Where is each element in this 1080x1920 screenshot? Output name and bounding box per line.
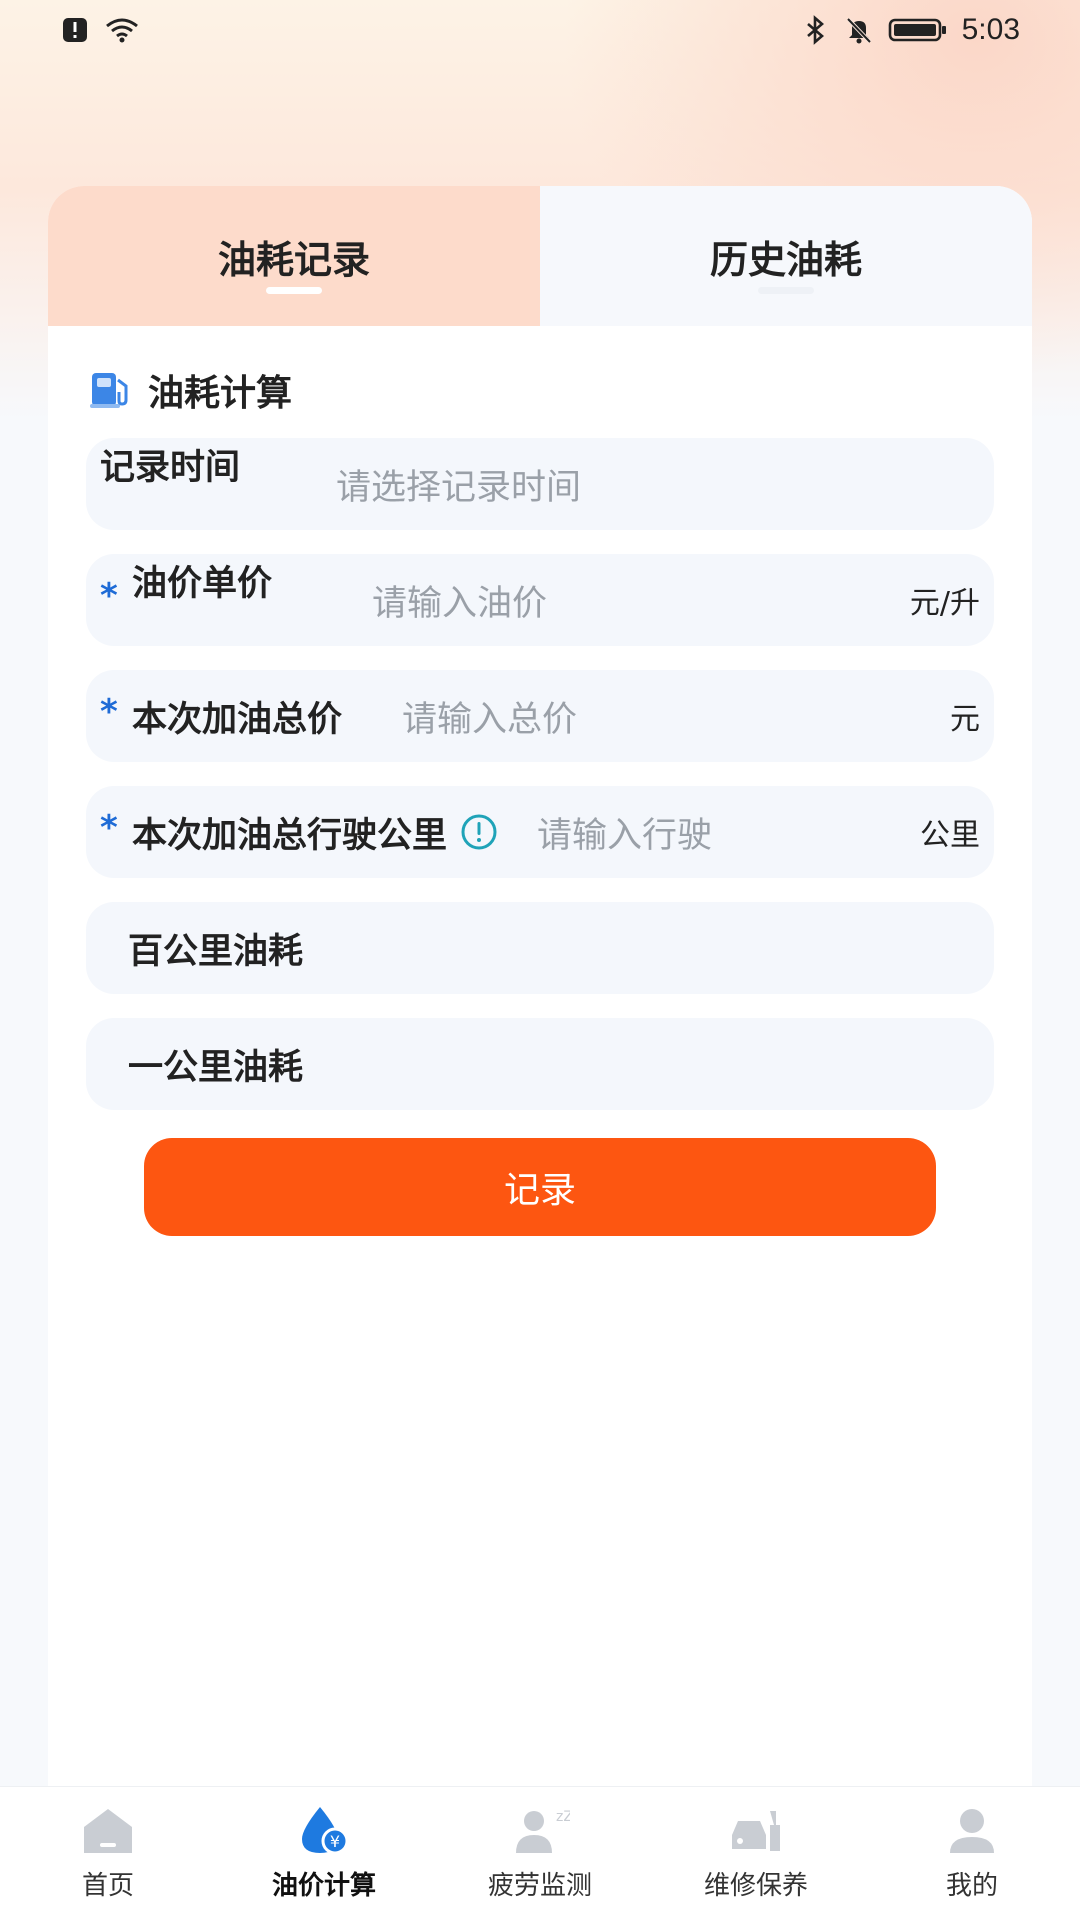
- nav-label: 油价计算: [271, 1871, 376, 1901]
- total-price-unit: 元: [950, 702, 980, 737]
- svg-text:zZ: zZ: [556, 1809, 570, 1825]
- unit-price-input[interactable]: 请输入油价: [372, 575, 547, 626]
- tab-fuel-record[interactable]: 油耗记录: [48, 186, 540, 326]
- per-km-label: 一公里油耗: [128, 1047, 304, 1088]
- tab-fuel-history[interactable]: 历史油耗: [540, 186, 1032, 326]
- wifi-icon: [106, 18, 138, 43]
- sleepy-driver-icon: zZ: [516, 1809, 570, 1853]
- fuel-pump-icon: [90, 373, 128, 408]
- required-mark: *: [100, 576, 118, 616]
- total-price-field: * 本次加油总价 请输入总价 元: [86, 670, 994, 762]
- nav-item-home[interactable]: 首页: [0, 1787, 216, 1920]
- fuel-drop-yen-icon: ¥: [302, 1807, 349, 1855]
- total-price-input[interactable]: 请输入总价: [402, 691, 577, 742]
- unit-price-label: 油价单价: [132, 564, 273, 604]
- home-icon: [84, 1809, 132, 1853]
- tab-label: 历史油耗: [709, 237, 862, 282]
- section-title: 油耗计算: [90, 364, 1032, 416]
- nav-label: 我的: [945, 1871, 998, 1901]
- tab-bar: 油耗记录 历史油耗: [48, 186, 1032, 326]
- nav-item-mine[interactable]: 我的: [864, 1787, 1080, 1920]
- total-price-label: 本次加油总价: [132, 699, 343, 740]
- nav-label: 首页: [81, 1871, 134, 1901]
- tab-label: 油耗记录: [217, 237, 370, 282]
- tab-indicator: [758, 287, 814, 294]
- nav-item-maintenance[interactable]: 维修保养: [648, 1787, 864, 1920]
- total-km-field: * 本次加油总行驶公里 请输入行驶 公里: [86, 786, 994, 878]
- record-time-label: 记录时间: [100, 448, 241, 488]
- battery-icon: [888, 18, 946, 42]
- svg-text:¥: ¥: [330, 1832, 340, 1851]
- fuel-record-card: 油耗记录 历史油耗 油耗计算 记录时间 请选择记录时间 * 油价单价 请输入油价…: [48, 186, 1032, 1786]
- status-bar: 5:03: [0, 0, 1080, 60]
- record-time-input[interactable]: 请选择记录时间: [336, 459, 581, 510]
- repair-tools-icon: [732, 1811, 780, 1851]
- section-title-text: 油耗计算: [148, 373, 293, 414]
- status-time: 5:03: [961, 13, 1020, 46]
- unit-price-unit: 元/升: [909, 586, 980, 621]
- nav-item-fatigue[interactable]: zZ 疲劳监测: [432, 1787, 648, 1920]
- nav-item-fuel-price[interactable]: ¥ 油价计算: [216, 1787, 432, 1920]
- user-icon: [950, 1809, 994, 1853]
- per-km-field: 一公里油耗: [86, 1018, 994, 1110]
- record-button[interactable]: 记录: [144, 1138, 936, 1236]
- required-mark: *: [100, 808, 118, 848]
- per-100km-field: 百公里油耗: [86, 902, 994, 994]
- mute-bell-icon: [846, 17, 872, 44]
- unit-price-field: * 油价单价 请输入油价 元/升: [86, 554, 994, 646]
- total-km-unit: 公里: [920, 818, 980, 853]
- bottom-nav: 首页 ¥ 油价计算 zZ 疲劳监测 维修保养 我的: [0, 1786, 1080, 1920]
- tab-indicator: [266, 287, 322, 294]
- info-circle-icon[interactable]: [459, 812, 499, 852]
- nav-label: 疲劳监测: [487, 1871, 592, 1901]
- per-100km-label: 百公里油耗: [128, 931, 304, 972]
- total-km-input[interactable]: 请输入行驶: [537, 807, 712, 858]
- bluetooth-icon: [806, 15, 824, 45]
- nav-label: 维修保养: [703, 1871, 808, 1901]
- record-time-field[interactable]: 记录时间 请选择记录时间: [86, 438, 994, 530]
- alert-icon: [63, 18, 87, 42]
- total-km-label: 本次加油总行驶公里: [132, 815, 448, 856]
- required-mark: *: [100, 692, 118, 732]
